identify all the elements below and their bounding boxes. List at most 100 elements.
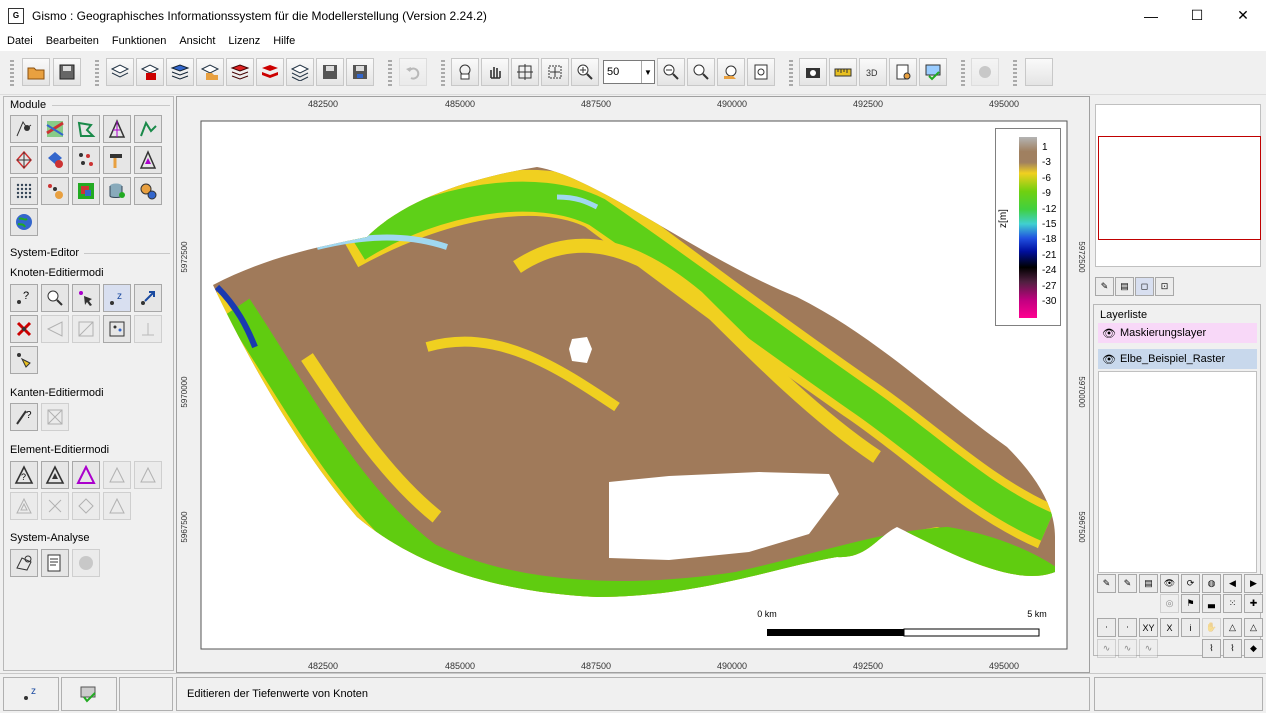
maximize-button[interactable]: ☐ (1174, 0, 1220, 31)
node-select-icon[interactable] (72, 284, 100, 312)
toolbar-grip[interactable] (1013, 60, 1017, 86)
node-query-icon[interactable]: ? (10, 284, 38, 312)
zoom-previous-icon[interactable] (687, 58, 715, 86)
module-globe-icon[interactable] (10, 208, 38, 236)
node-label-icon[interactable] (10, 346, 38, 374)
element-refine-disabled-icon[interactable] (10, 492, 38, 520)
eye-icon[interactable]: 👁 (1102, 353, 1116, 366)
node-tool-disabled-icon[interactable] (134, 315, 162, 343)
zoom-out-icon[interactable] (657, 58, 685, 86)
element-query-icon[interactable]: ? (10, 461, 38, 489)
element-flip-disabled-icon[interactable] (103, 492, 131, 520)
frame-icon[interactable]: ◻ (1135, 277, 1154, 296)
element-disabled-icon[interactable] (134, 461, 162, 489)
menu-funktionen[interactable]: Funktionen (112, 35, 166, 47)
layer-new-icon[interactable] (106, 58, 134, 86)
triangle-icon[interactable]: △ (1223, 618, 1242, 637)
menu-ansicht[interactable]: Ansicht (179, 35, 215, 47)
point-dash-icon[interactable]: ⋅ (1118, 618, 1137, 637)
curve-disabled-icon[interactable]: ∿ (1118, 639, 1137, 658)
node-insert-disabled-icon[interactable] (41, 315, 69, 343)
analysis-mesh-icon[interactable] (10, 549, 38, 577)
grid-plus-icon[interactable]: ✚ (1244, 594, 1263, 613)
toolbar-grip[interactable] (388, 60, 392, 86)
pencil-icon[interactable]: ✎ (1095, 277, 1114, 296)
zoom-in-icon[interactable] (571, 58, 599, 86)
module-edit-icon[interactable] (10, 115, 38, 143)
node-search-icon[interactable] (41, 284, 69, 312)
module-polygon-icon[interactable] (72, 115, 100, 143)
x-icon[interactable]: X (1160, 618, 1179, 637)
element-create-icon[interactable] (72, 461, 100, 489)
layer-stack-solid-red-icon[interactable] (256, 58, 284, 86)
zoom-level-combo[interactable]: 50 ▼ (603, 60, 655, 84)
save-all-icon[interactable] (346, 58, 374, 86)
properties-settings-icon[interactable] (889, 58, 917, 86)
eye-icon[interactable]: 👁 (1102, 327, 1116, 340)
zoom-window-icon[interactable] (541, 58, 569, 86)
grid-dots-icon[interactable]: ⁙ (1223, 594, 1242, 613)
edit-layer-alt-icon[interactable]: ✎ (1118, 574, 1137, 593)
visibility-icon[interactable]: 👁 (1160, 574, 1179, 593)
analysis-disabled-icon[interactable] (72, 549, 100, 577)
module-points-settings-icon[interactable] (41, 177, 69, 205)
layer-open-icon[interactable] (196, 58, 224, 86)
undo-icon[interactable] (399, 58, 427, 86)
arrow-left-icon[interactable]: ◀ (1223, 574, 1242, 593)
module-tools-icon[interactable] (103, 146, 131, 174)
select-zoom-icon[interactable] (451, 58, 479, 86)
blank-tool-button[interactable] (1025, 58, 1053, 86)
fill-icon[interactable]: ▃ (1202, 594, 1221, 613)
close-button[interactable]: ✕ (1220, 0, 1266, 31)
element-split-disabled-icon[interactable] (41, 492, 69, 520)
curve-disabled-icon[interactable]: ∿ (1097, 639, 1116, 658)
info-icon[interactable]: i (1181, 618, 1200, 637)
node-merge-disabled-icon[interactable] (72, 315, 100, 343)
module-triangle-icon[interactable] (134, 146, 162, 174)
toolbar-grip[interactable] (789, 60, 793, 86)
node-move-icon[interactable] (134, 284, 162, 312)
zoom-layer-icon[interactable] (717, 58, 745, 86)
module-grid-icon[interactable] (10, 177, 38, 205)
palette-icon[interactable]: ◍ (1202, 574, 1221, 593)
map-canvas[interactable]: 482500 485000 487500 490000 492500 49500… (177, 97, 1089, 672)
toolbar-grip[interactable] (95, 60, 99, 86)
overview-extent-rect[interactable] (1098, 136, 1261, 240)
target-disabled-icon[interactable]: ◎ (1160, 594, 1179, 613)
toolbar-grip[interactable] (441, 60, 445, 86)
toolbar-grip[interactable] (961, 60, 965, 86)
mode-node-depth-icon[interactable]: z (3, 677, 59, 711)
node-depth-edit-icon[interactable]: z (103, 284, 131, 312)
module-raster-icon[interactable] (72, 177, 100, 205)
line-edit-icon[interactable]: ⌇ (1202, 639, 1221, 658)
node-delete-icon[interactable] (10, 315, 38, 343)
save-disk-icon[interactable] (53, 58, 81, 86)
pan-hand-icon[interactable] (481, 58, 509, 86)
hand-disabled-icon[interactable]: ✋ (1202, 618, 1221, 637)
element-merge-disabled-icon[interactable] (72, 492, 100, 520)
screenshot-camera-icon[interactable] (799, 58, 827, 86)
module-gear-icon[interactable] (134, 177, 162, 205)
layer-list-area[interactable] (1098, 371, 1257, 573)
module-map-icon[interactable] (41, 115, 69, 143)
layer-item-masking[interactable]: 👁 Maskierungslayer (1098, 323, 1257, 343)
module-points-icon[interactable] (72, 146, 100, 174)
layer-stack-blue-icon[interactable] (166, 58, 194, 86)
menu-lizenz[interactable]: Lizenz (228, 35, 260, 47)
layer-props-icon[interactable]: ▤ (1139, 574, 1158, 593)
line-split-icon[interactable]: ⌇ (1223, 639, 1242, 658)
map-view[interactable]: 482500 485000 487500 490000 492500 49500… (176, 96, 1090, 673)
layer-grid-icon[interactable] (286, 58, 314, 86)
curve-disabled-icon[interactable]: ∿ (1139, 639, 1158, 658)
layer-stack-red-icon[interactable] (226, 58, 254, 86)
arrow-shape-icon[interactable]: ◆ (1244, 639, 1263, 658)
edit-layer-icon[interactable]: ✎ (1097, 574, 1116, 593)
menu-hilfe[interactable]: Hilfe (273, 35, 295, 47)
arrow-right-icon[interactable]: ▶ (1244, 574, 1263, 593)
module-line-icon[interactable] (134, 115, 162, 143)
menu-bearbeiten[interactable]: Bearbeiten (46, 35, 99, 47)
save-layer-icon[interactable] (316, 58, 344, 86)
toolbar-grip[interactable] (10, 60, 14, 86)
module-color-icon[interactable] (41, 146, 69, 174)
minimize-button[interactable]: — (1128, 0, 1174, 31)
